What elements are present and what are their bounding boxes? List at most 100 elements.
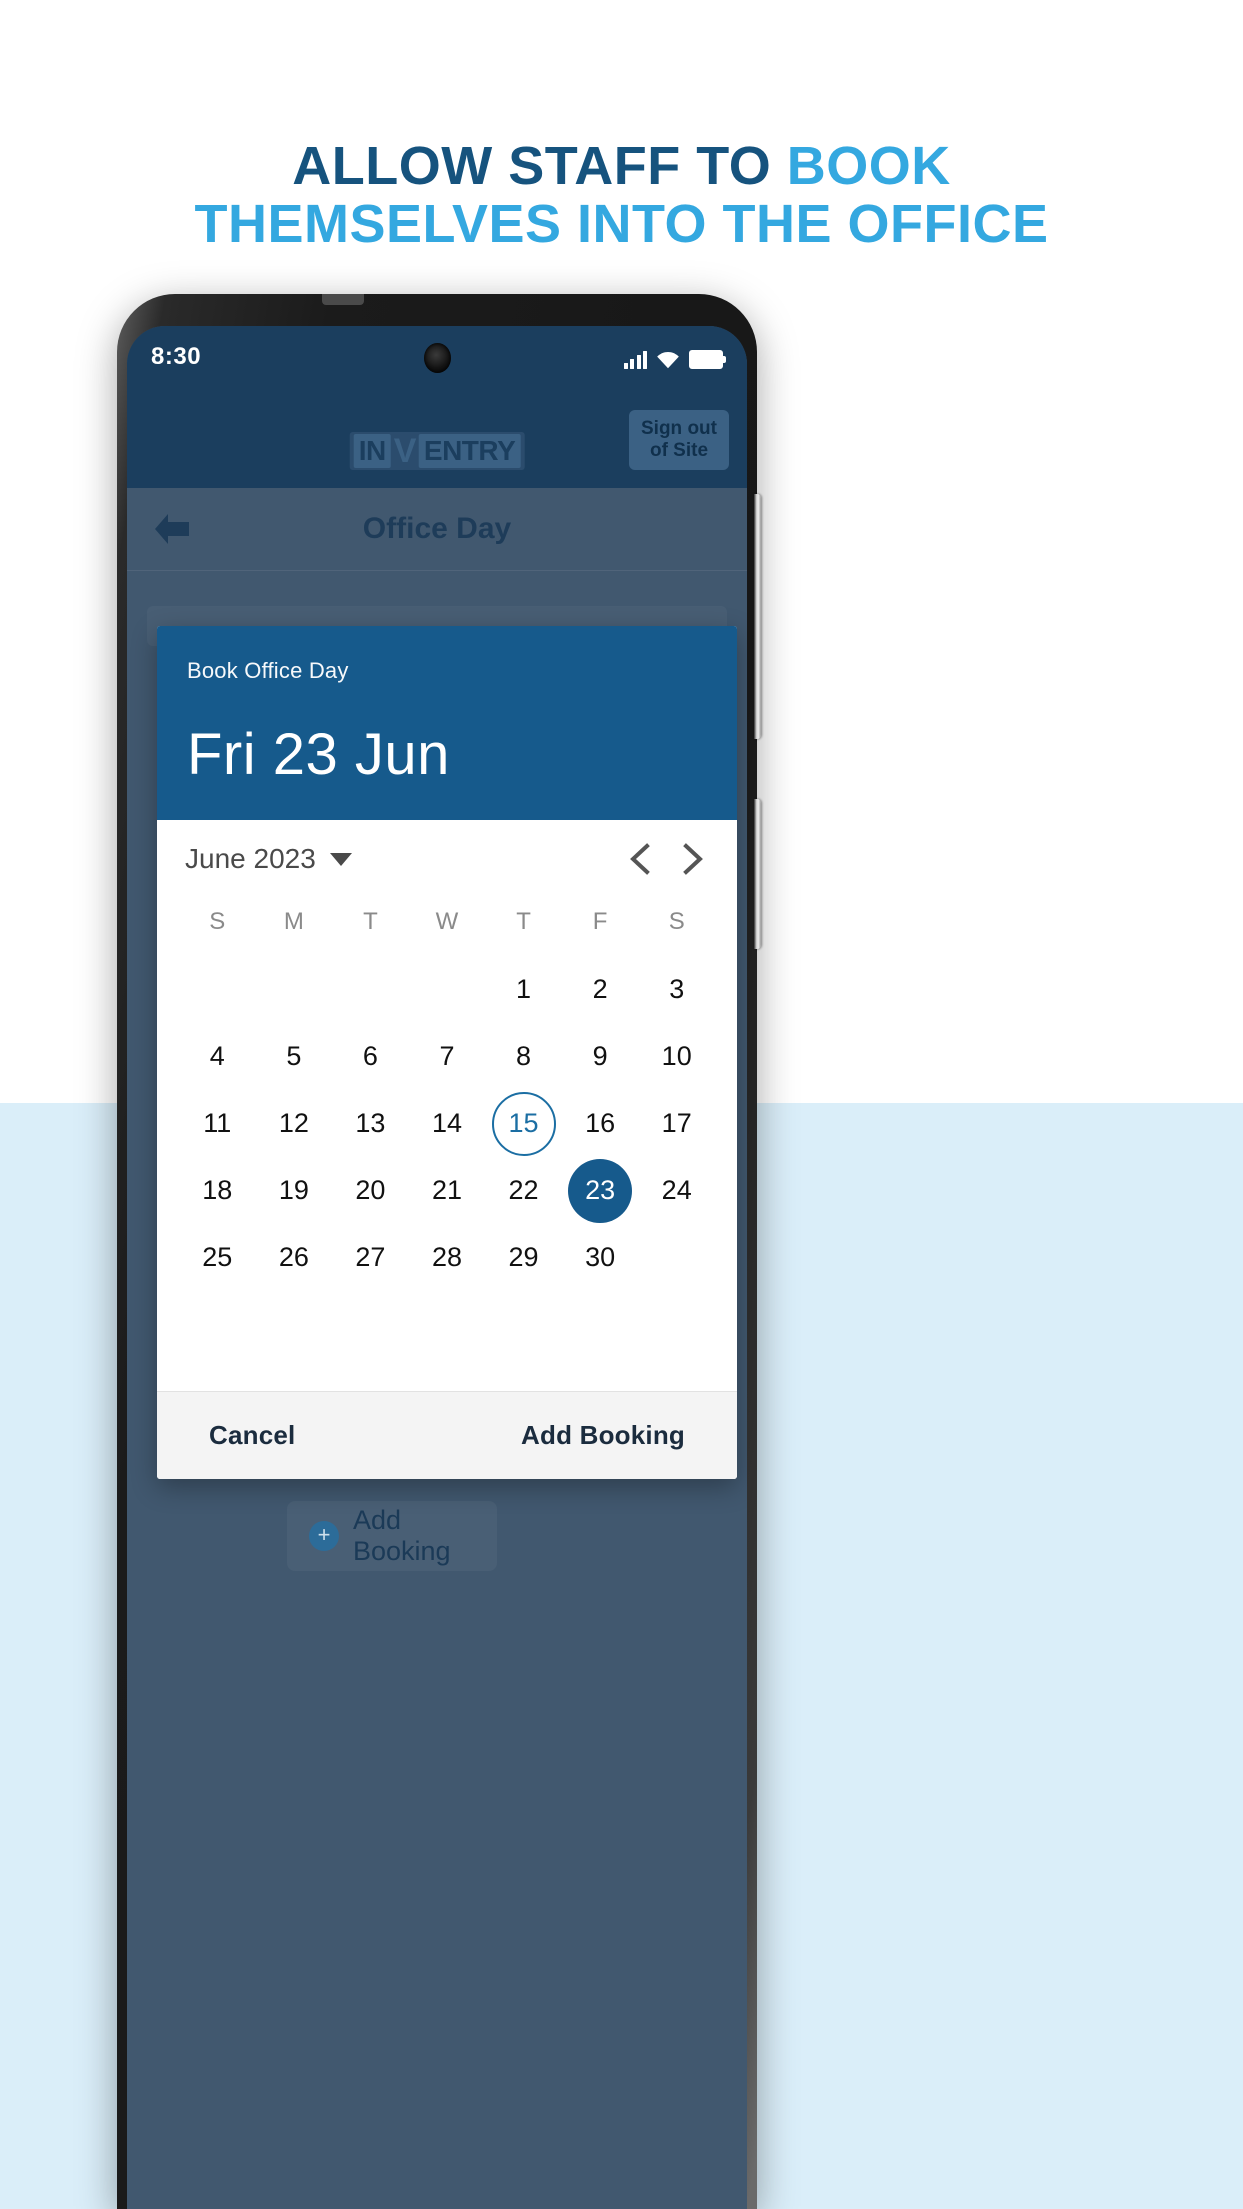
- calendar-day-13[interactable]: 13: [332, 1090, 409, 1157]
- calendar-day-28[interactable]: 28: [409, 1224, 486, 1291]
- phone-mockup: 8:30 IN V ENTRY Sign out of Site Office …: [117, 294, 761, 2209]
- calendar-day-5[interactable]: 5: [256, 1023, 333, 1090]
- headline-part-dark: ALLOW STAFF TO: [292, 136, 787, 196]
- headline-part-light: BOOK: [786, 136, 951, 196]
- calendar-day-9[interactable]: 9: [562, 1023, 639, 1090]
- calendar-day-label: 13: [355, 1108, 386, 1138]
- calendar-day-4[interactable]: 4: [179, 1023, 256, 1090]
- calendar-day-label: 30: [585, 1242, 616, 1272]
- calendar-day-25[interactable]: 25: [179, 1224, 256, 1291]
- chevron-right-icon[interactable]: [679, 843, 705, 875]
- back-arrow-icon[interactable]: [153, 512, 191, 546]
- calendar-day-15[interactable]: 15: [485, 1090, 562, 1157]
- status-bar-clock: 8:30: [151, 343, 202, 370]
- weekday-header-5: F: [592, 908, 608, 935]
- weekday-header-4: T: [516, 908, 531, 935]
- calendar-day-6[interactable]: 6: [332, 1023, 409, 1090]
- dialog-selected-date: Fri 23 Jun: [187, 722, 450, 787]
- calendar-day-8[interactable]: 8: [485, 1023, 562, 1090]
- status-bar-icons: [623, 345, 726, 369]
- calendar-day-1[interactable]: 1: [485, 956, 562, 1023]
- camera-punch-hole: [424, 343, 451, 373]
- headline-line-2: THEMSELVES INTO THE OFFICE: [194, 193, 1049, 254]
- calendar-day-12[interactable]: 12: [256, 1090, 333, 1157]
- weekday-header-2: T: [363, 908, 378, 935]
- weekday-header-1: M: [283, 908, 304, 935]
- calendar-day-label: 10: [661, 1041, 692, 1071]
- phone-screen: 8:30 IN V ENTRY Sign out of Site Office …: [127, 326, 747, 2209]
- calendar-body: June 2023 SMTWTFS 1 2 3 4 5 6 7 8 9 10 11 12 13 14 15 1…: [157, 820, 737, 1391]
- calendar-day-10[interactable]: 10: [638, 1023, 715, 1090]
- calendar-day-22[interactable]: 22: [485, 1157, 562, 1224]
- calendar-weekday-header: SMTWTFS: [179, 898, 715, 956]
- book-office-day-dialog: Book Office Day Fri 23 Jun June 2023 S M…: [157, 626, 737, 1479]
- calendar-bottom-spacer: [179, 1291, 715, 1383]
- chevron-down-icon: [329, 852, 352, 866]
- calendar-day-label: 29: [508, 1242, 539, 1272]
- add-booking-background-label: Add Booking: [353, 1505, 451, 1566]
- calendar-day-label: 23: [568, 1158, 633, 1223]
- calendar-day-11[interactable]: 11: [179, 1090, 256, 1157]
- weekday-header-6: S: [668, 908, 685, 935]
- calendar-day-14[interactable]: 14: [409, 1090, 486, 1157]
- calendar-day-26[interactable]: 26: [256, 1224, 333, 1291]
- month-year-selector[interactable]: June 2023: [179, 843, 352, 875]
- calendar-day-label: 17: [661, 1108, 692, 1138]
- calendar-day-label: 19: [278, 1175, 309, 1205]
- cancel-button[interactable]: Cancel: [209, 1420, 295, 1451]
- signal-bars-icon: [623, 351, 647, 369]
- calendar-day-16[interactable]: 16: [562, 1090, 639, 1157]
- chevron-left-icon[interactable]: [627, 843, 653, 875]
- sign-out-label-line1: Sign out: [641, 418, 717, 440]
- calendar-day-label: 14: [431, 1108, 462, 1138]
- calendar-day-27[interactable]: 27: [332, 1224, 409, 1291]
- calendar-day-label: 21: [431, 1175, 462, 1205]
- calendar-day-label: 3: [669, 974, 685, 1004]
- logo-text-v: V: [393, 432, 417, 470]
- dialog-footer: Cancel Add Booking: [157, 1391, 737, 1479]
- page-title: Office Day: [362, 512, 512, 545]
- dialog-header: Book Office Day Fri 23 Jun: [157, 626, 737, 820]
- calendar-day-2[interactable]: 2: [562, 956, 639, 1023]
- page-headline: ALLOW STAFF TO BOOK THEMSELVES INTO THE …: [0, 136, 1243, 254]
- calendar-day-19[interactable]: 19: [256, 1157, 333, 1224]
- calendar-day-23[interactable]: 23: [562, 1157, 639, 1224]
- phone-speaker-notch: [322, 294, 364, 305]
- calendar-day-30[interactable]: 30: [562, 1224, 639, 1291]
- add-booking-button-background[interactable]: + Add Booking: [287, 1501, 497, 1571]
- app-header: IN V ENTRY Sign out of Site: [127, 388, 747, 488]
- calendar-day-label: 18: [202, 1175, 233, 1205]
- wifi-icon: [657, 352, 679, 369]
- calendar-day-18[interactable]: 18: [179, 1157, 256, 1224]
- calendar-day-label: 16: [585, 1108, 616, 1138]
- calendar-day-label: 24: [661, 1175, 692, 1205]
- calendar-day-label: 27: [355, 1242, 386, 1272]
- calendar-day-7[interactable]: 7: [409, 1023, 486, 1090]
- calendar-day-label: 7: [439, 1041, 455, 1071]
- calendar-day-label: 28: [431, 1242, 462, 1272]
- month-year-label: June 2023: [185, 843, 316, 874]
- calendar-day-21[interactable]: 21: [409, 1157, 486, 1224]
- logo-text-in: IN: [353, 434, 391, 468]
- plus-circle-icon: +: [309, 1521, 339, 1551]
- nav-bar: Office Day: [127, 488, 747, 570]
- sign-out-of-site-button[interactable]: Sign out of Site: [629, 410, 729, 470]
- calendar-day-17[interactable]: 17: [638, 1090, 715, 1157]
- add-booking-button[interactable]: Add Booking: [521, 1420, 685, 1451]
- calendar-day-label: 25: [202, 1242, 233, 1272]
- inventry-logo: IN V ENTRY: [349, 432, 525, 470]
- weekday-header-3: W: [435, 908, 459, 935]
- dialog-subtitle: Book Office Day: [187, 658, 349, 683]
- sign-out-label-line2: of Site: [649, 440, 709, 461]
- phone-volume-button[interactable]: [754, 494, 761, 739]
- phone-power-button[interactable]: [754, 799, 761, 949]
- calendar-day-label: 26: [278, 1242, 309, 1272]
- calendar-day-20[interactable]: 20: [332, 1157, 409, 1224]
- headline-line-1: ALLOW STAFF TO BOOK: [0, 136, 1243, 196]
- calendar-day-label: 6: [362, 1041, 378, 1071]
- calendar-day-3[interactable]: 3: [638, 956, 715, 1023]
- calendar-day-label: 11: [203, 1108, 232, 1138]
- battery-full-icon: [689, 350, 726, 369]
- calendar-day-24[interactable]: 24: [638, 1157, 715, 1224]
- calendar-day-29[interactable]: 29: [485, 1224, 562, 1291]
